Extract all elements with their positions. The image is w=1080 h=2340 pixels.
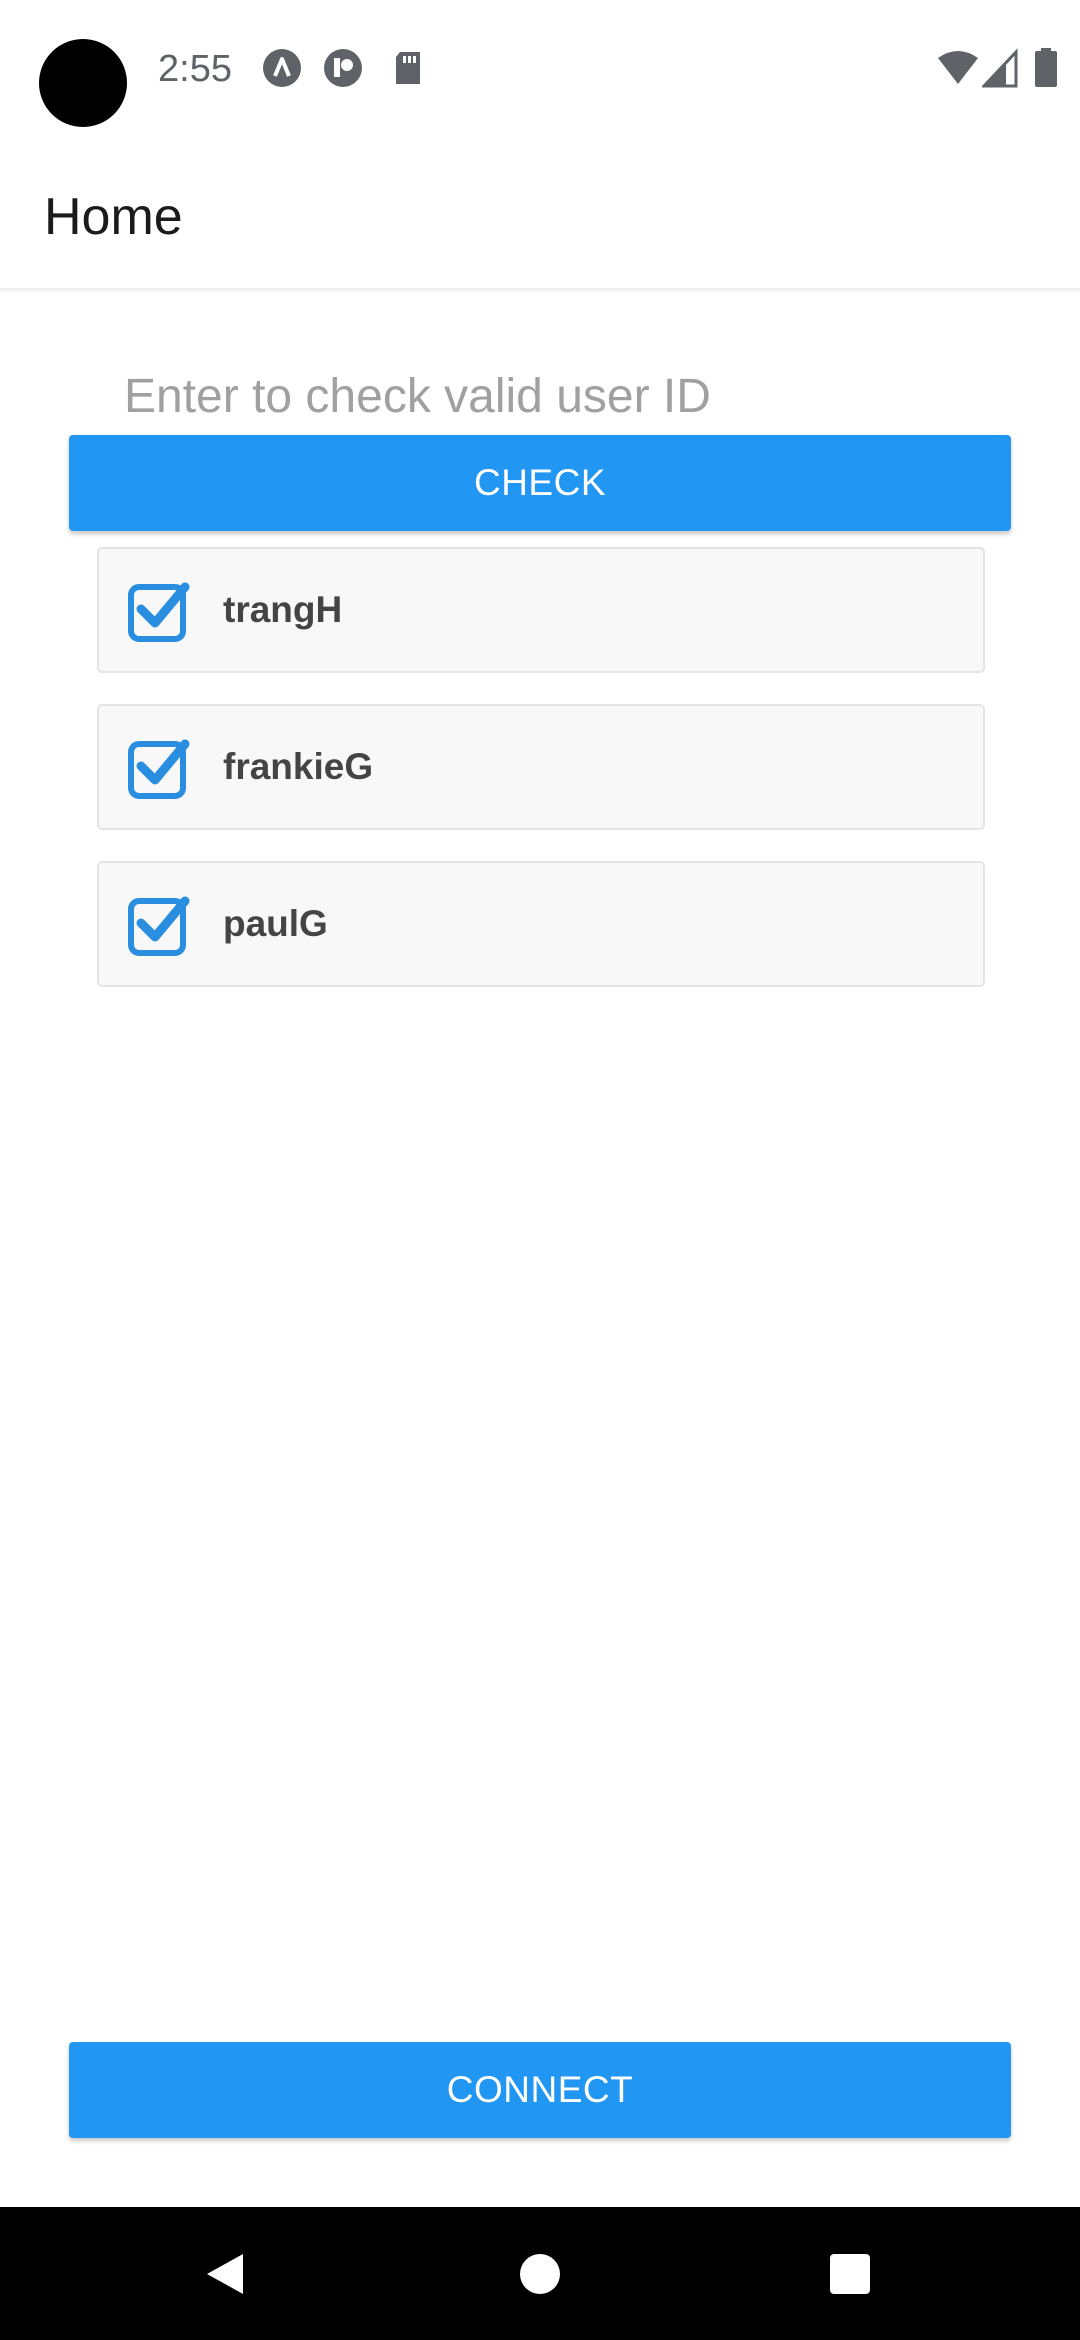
page-title: Home (44, 188, 183, 246)
status-time: 2:55 (158, 48, 232, 90)
checkbox-checked-icon[interactable] (127, 579, 191, 643)
recents-button[interactable] (760, 2207, 940, 2340)
list-item[interactable]: trangH (97, 547, 985, 673)
camera-cutout (39, 39, 127, 127)
home-icon (520, 2253, 560, 2294)
home-button[interactable] (450, 2207, 630, 2340)
status-bar: 2:55 (0, 0, 1080, 150)
connect-button[interactable]: CONNECT (69, 2042, 1011, 2138)
user-id-input[interactable] (124, 360, 984, 432)
battery-icon (1035, 48, 1057, 87)
checkbox-checked-icon[interactable] (127, 893, 191, 957)
app-bar: Home (0, 150, 1080, 290)
back-button[interactable] (135, 2207, 315, 2340)
user-list: trangH frankieG paulG (97, 547, 985, 1018)
list-item[interactable]: paulG (97, 861, 985, 987)
recents-icon (830, 2253, 870, 2294)
back-icon (207, 2253, 243, 2294)
checkbox-checked-icon[interactable] (127, 736, 191, 800)
app-a-icon (263, 49, 301, 87)
user-name: trangH (223, 589, 343, 630)
sd-card-icon (396, 52, 420, 84)
user-name: frankieG (223, 746, 374, 787)
check-button[interactable]: CHECK (69, 435, 1011, 531)
screen: 2:55 Home Enter to check valid user ID C… (0, 0, 1080, 2340)
navigation-bar (0, 2207, 1080, 2340)
wifi-icon (938, 51, 978, 84)
list-item[interactable]: frankieG (97, 704, 985, 830)
cell-signal-icon (982, 48, 1018, 88)
app-p-icon (324, 49, 362, 87)
user-name: paulG (223, 903, 328, 944)
